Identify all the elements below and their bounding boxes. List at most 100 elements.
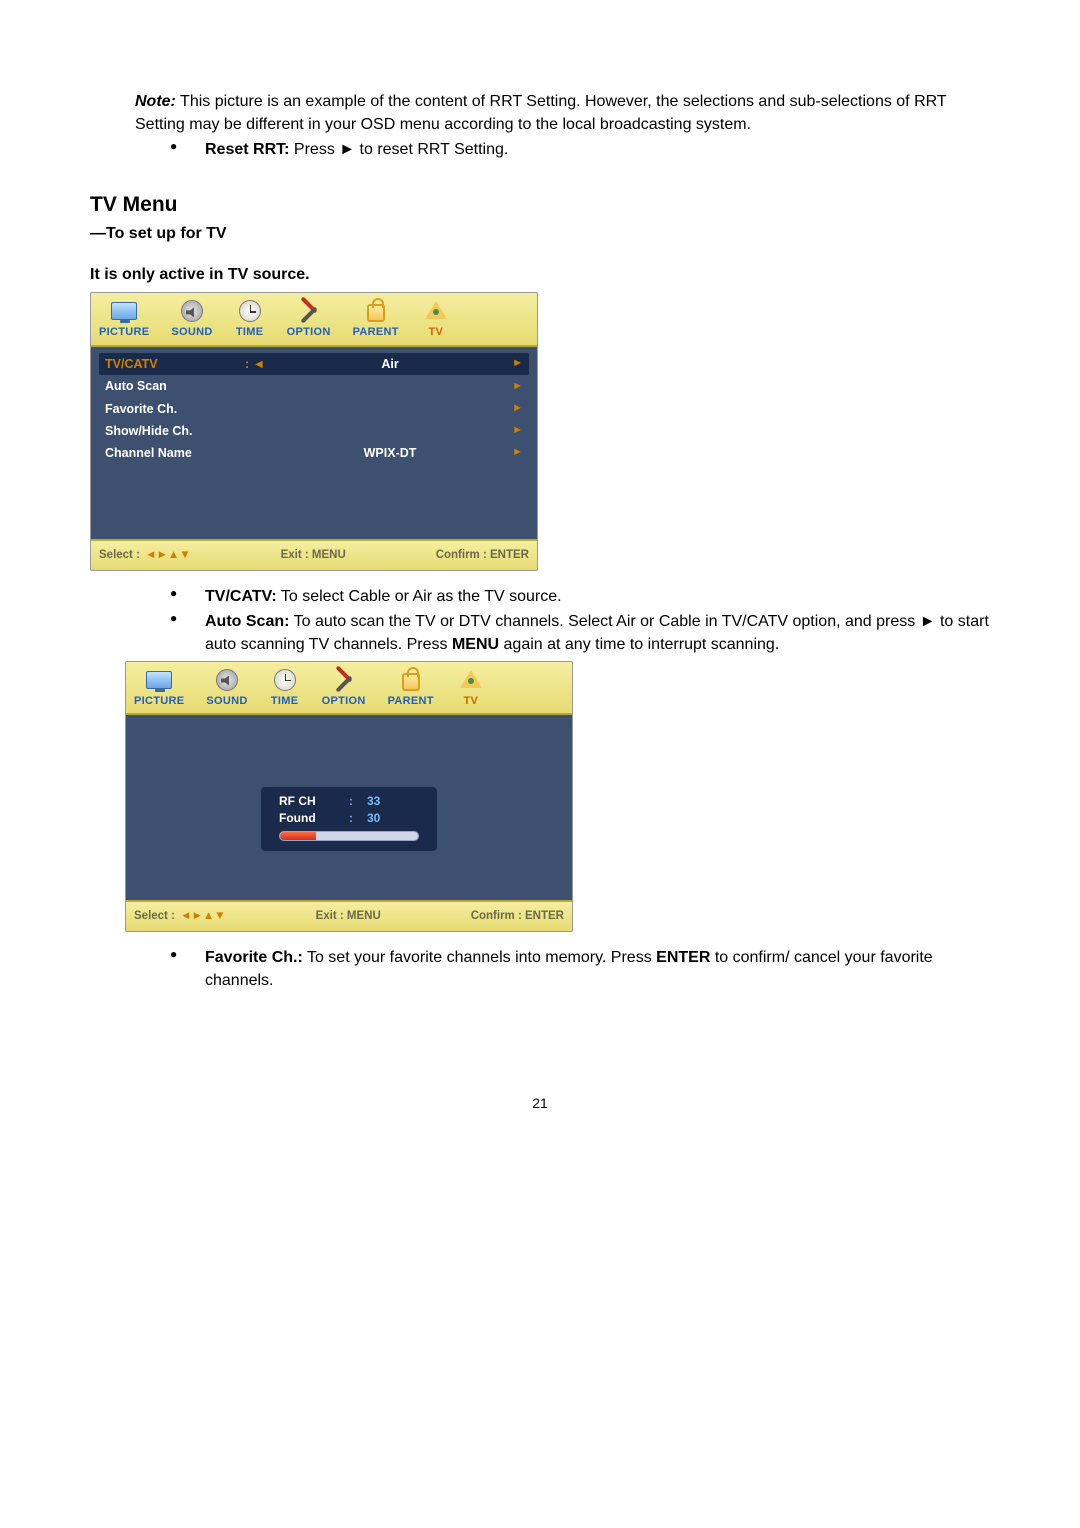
tab-parent-2[interactable]: PARENT xyxy=(388,668,434,710)
footer-exit-2: Exit : MENU xyxy=(316,908,381,925)
reset-rrt-item: Reset RRT: Press ► to reset RRT Setting. xyxy=(170,138,990,161)
osd-row-mid: : ◄ xyxy=(235,355,275,373)
arrow-icons: ◄►▲▼ xyxy=(177,910,226,922)
time-icon xyxy=(235,299,265,323)
scan-found-value: 30 xyxy=(367,810,407,827)
osd-row-label: Favorite Ch. xyxy=(105,400,235,418)
osd-footer-2: Select : ◄►▲▼ Exit : MENU Confirm : ENTE… xyxy=(126,900,572,931)
tab-option-label-2: OPTION xyxy=(322,694,366,710)
footer-exit: Exit : MENU xyxy=(281,547,346,564)
osd-row-label: Channel Name xyxy=(105,444,235,462)
note-paragraph: Note: This picture is an example of the … xyxy=(135,90,990,136)
tab-parent[interactable]: PARENT xyxy=(353,299,399,341)
autoscan-text-2: again at any time to interrupt scanning. xyxy=(499,636,779,653)
tab-tv-label: TV xyxy=(428,325,443,341)
osd-row[interactable]: Show/Hide Ch.► xyxy=(99,420,529,442)
parent-icon xyxy=(396,668,426,692)
tab-tv-label-2: TV xyxy=(463,694,478,710)
favorite-ch-enter: ENTER xyxy=(656,949,710,966)
favorite-ch-label: Favorite Ch.: xyxy=(205,949,303,966)
osd-autoscan: PICTURE SOUND TIME OPTION PARENT TV RF C… xyxy=(125,661,573,933)
tab-option-2[interactable]: OPTION xyxy=(322,668,366,710)
tab-option[interactable]: OPTION xyxy=(287,299,331,341)
tv-icon xyxy=(456,668,486,692)
footer-select: Select : ◄►▲▼ xyxy=(99,547,191,564)
tab-option-label: OPTION xyxy=(287,325,331,341)
sound-icon xyxy=(212,668,242,692)
osd-header-2: PICTURE SOUND TIME OPTION PARENT TV xyxy=(126,662,572,716)
scan-found-row: Found : 30 xyxy=(279,810,419,827)
note-label: Note: xyxy=(135,93,176,110)
osd-row-value: Air xyxy=(275,355,505,373)
tab-time[interactable]: TIME xyxy=(235,299,265,341)
tab-picture-2[interactable]: PICTURE xyxy=(134,668,184,710)
osd-tv-menu: PICTURE SOUND TIME OPTION PARENT TV TV/C… xyxy=(90,292,538,571)
reset-rrt-label: Reset RRT: xyxy=(205,141,289,158)
tab-time-2[interactable]: TIME xyxy=(270,668,300,710)
active-note: It is only active in TV source. xyxy=(90,263,990,286)
tvcatv-text: To select Cable or Air as the TV source. xyxy=(277,588,562,605)
section-subtitle: —To set up for TV xyxy=(90,222,990,245)
favorite-ch-text-a: To set your favorite channels into memor… xyxy=(303,949,656,966)
page-number: 21 xyxy=(90,1093,990,1113)
tv-icon xyxy=(421,299,451,323)
osd-row-label: TV/CATV xyxy=(105,355,235,373)
tab-time-label-2: TIME xyxy=(271,694,298,710)
arrow-icons: ◄►▲▼ xyxy=(142,549,191,561)
tab-picture[interactable]: PICTURE xyxy=(99,299,149,341)
scan-rfch-value: 33 xyxy=(367,793,407,810)
osd-row-label: Show/Hide Ch. xyxy=(105,422,235,440)
autoscan-item: Auto Scan: To auto scan the TV or DTV ch… xyxy=(170,610,990,656)
tab-sound-label: SOUND xyxy=(171,325,212,341)
tvcatv-item: TV/CATV: To select Cable or Air as the T… xyxy=(170,585,990,608)
sound-icon xyxy=(177,299,207,323)
osd-footer: Select : ◄►▲▼ Exit : MENU Confirm : ENTE… xyxy=(91,539,537,570)
tab-picture-label-2: PICTURE xyxy=(134,694,184,710)
favorite-ch-item: Favorite Ch.: To set your favorite chann… xyxy=(170,946,990,992)
footer-select-2: Select : ◄►▲▼ xyxy=(134,908,226,925)
tab-parent-label-2: PARENT xyxy=(388,694,434,710)
option-icon xyxy=(294,299,324,323)
tab-tv-2[interactable]: TV xyxy=(456,668,486,710)
tab-time-label: TIME xyxy=(236,325,263,341)
osd-row-label: Auto Scan xyxy=(105,377,235,395)
osd-row-value: WPIX-DT xyxy=(275,444,505,462)
scan-box: RF CH : 33 Found : 30 xyxy=(261,787,437,852)
tab-tv[interactable]: TV xyxy=(421,299,451,341)
tab-sound-2[interactable]: SOUND xyxy=(206,668,247,710)
scan-rfch-row: RF CH : 33 xyxy=(279,793,419,810)
option-icon xyxy=(329,668,359,692)
reset-rrt-text: Press ► to reset RRT Setting. xyxy=(289,141,508,158)
osd-row[interactable]: Channel Name WPIX-DT► xyxy=(99,442,529,464)
chevron-right-icon: ► xyxy=(505,356,523,372)
chevron-right-icon: ► xyxy=(505,379,523,395)
picture-icon xyxy=(144,668,174,692)
progress-fill xyxy=(280,832,316,840)
chevron-right-icon: ► xyxy=(505,401,523,417)
footer-select-label-2: Select : xyxy=(134,910,175,922)
footer-confirm: Confirm : ENTER xyxy=(436,547,529,564)
picture-icon xyxy=(109,299,139,323)
osd-body: TV/CATV: ◄Air►Auto Scan►Favorite Ch.►Sho… xyxy=(91,347,537,539)
tab-sound[interactable]: SOUND xyxy=(171,299,212,341)
progress-bar xyxy=(279,831,419,841)
footer-confirm-2: Confirm : ENTER xyxy=(471,908,564,925)
colon-icon: : xyxy=(349,810,367,827)
autoscan-label: Auto Scan: xyxy=(205,613,289,630)
colon-icon: : xyxy=(349,793,367,810)
autoscan-menu-strong: MENU xyxy=(452,636,499,653)
time-icon xyxy=(270,668,300,692)
tab-picture-label: PICTURE xyxy=(99,325,149,341)
osd-row[interactable]: TV/CATV: ◄Air► xyxy=(99,353,529,375)
tab-sound-label-2: SOUND xyxy=(206,694,247,710)
section-title: TV Menu xyxy=(90,190,990,220)
osd-row[interactable]: Favorite Ch. ► xyxy=(99,398,529,420)
tab-parent-label: PARENT xyxy=(353,325,399,341)
scan-rfch-label: RF CH xyxy=(279,793,349,810)
scan-found-label: Found xyxy=(279,810,349,827)
chevron-right-icon: ► xyxy=(505,445,523,461)
note-text: This picture is an example of the conten… xyxy=(135,93,946,133)
osd-header: PICTURE SOUND TIME OPTION PARENT TV xyxy=(91,293,537,347)
osd-row[interactable]: Auto Scan ► xyxy=(99,375,529,397)
footer-select-label: Select : xyxy=(99,549,140,561)
